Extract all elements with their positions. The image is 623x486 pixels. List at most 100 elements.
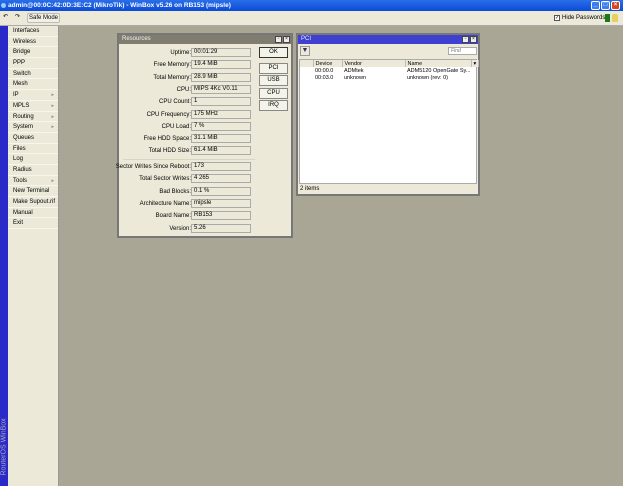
- resource-row: CPU Load: 7 %: [119, 121, 295, 132]
- status-text: 2 items: [300, 186, 320, 192]
- safe-mode-button[interactable]: Safe Mode: [27, 13, 60, 23]
- sidebar-item-mpls[interactable]: MPLS ▸: [8, 101, 58, 112]
- resources-title-bar[interactable]: Resources ▫ ×: [119, 35, 291, 44]
- sidebar-item-log[interactable]: Log: [8, 154, 58, 165]
- column-name[interactable]: Name: [405, 60, 472, 67]
- pci-title: PCI: [301, 36, 312, 42]
- field-label: Board Name:: [155, 213, 191, 220]
- cell-vendor: ADMtek: [344, 67, 364, 74]
- ok-button[interactable]: OK: [259, 47, 288, 58]
- sidebar-item-label: Mesh: [13, 81, 28, 88]
- undo-icon[interactable]: ↶: [1, 13, 10, 23]
- sidebar-item-label: PPP: [13, 60, 26, 67]
- resource-row: Free HDD Space: 31.1 MiB: [119, 134, 295, 144]
- sidebar-item-label: MPLS: [13, 102, 30, 109]
- row-spacer: [471, 74, 478, 81]
- close-window-button[interactable]: ×: [283, 36, 290, 43]
- sidebar-item-ip[interactable]: IP ▸: [8, 90, 58, 101]
- field-value: 19.4 MiB: [191, 60, 251, 70]
- field-value: 31.1 MiB: [191, 134, 251, 144]
- column-device[interactable]: Device: [313, 60, 343, 67]
- sidebar-item-files[interactable]: Files: [8, 144, 58, 155]
- field-label: CPU Frequency:: [146, 111, 191, 118]
- cell-name: ADM5120 OpenGate Sy...: [407, 67, 471, 74]
- field-label: Architecture Name:: [139, 200, 191, 207]
- field-label: Total Sector Writes:: [139, 176, 191, 183]
- sidebar-item-tools[interactable]: Tools ▸: [8, 176, 58, 187]
- field-value: MIPS 4Kc V0.11: [191, 84, 251, 94]
- app-icon: [1, 3, 6, 8]
- restore-button[interactable]: ▫: [275, 36, 282, 43]
- hide-passwords-checkbox[interactable]: ✓: [554, 15, 560, 21]
- field-label: Free Memory:: [153, 62, 191, 69]
- sidebar-item-system[interactable]: System ▸: [8, 122, 58, 133]
- resource-row: CPU Frequency: 175 MHz: [119, 109, 295, 120]
- resource-row: Version: 5.26: [119, 223, 295, 234]
- table-row[interactable]: 00:03.0 unknown unknown (rev: 0): [300, 74, 478, 81]
- field-label: Sector Writes Since Reboot:: [115, 164, 191, 170]
- sidebar-item-label: System: [13, 124, 34, 131]
- brand-label: RouterOS WinBox: [0, 418, 8, 476]
- cell-device: 00:03.0: [315, 74, 334, 81]
- sidebar-item-label: Make Supout.rif: [13, 199, 56, 205]
- toolbar: ↶ ↷ Safe Mode ✓ Hide Passwords: [0, 11, 623, 26]
- row-spacer: [471, 67, 478, 74]
- redo-icon[interactable]: ↷: [13, 13, 22, 23]
- sidebar-item-manual[interactable]: Manual: [8, 208, 58, 219]
- usb-button[interactable]: USB: [259, 75, 288, 86]
- pci-title-bar[interactable]: PCI ▫ ×: [298, 35, 478, 44]
- find-input[interactable]: [448, 47, 477, 55]
- sidebar-item-new-terminal[interactable]: New Terminal: [8, 186, 58, 197]
- sidebar-item-mesh[interactable]: Mesh: [8, 79, 58, 91]
- sidebar-item-interfaces[interactable]: Interfaces: [8, 26, 58, 37]
- minimize-button[interactable]: _: [591, 1, 600, 10]
- sidebar-item-queues[interactable]: Queues: [8, 133, 58, 144]
- close-window-button[interactable]: ×: [470, 36, 477, 43]
- columns-dropdown-icon[interactable]: ▾: [471, 60, 479, 67]
- sidebar-item-label: Log: [13, 156, 24, 163]
- restore-button[interactable]: ▫: [462, 36, 469, 43]
- sidebar-item-ppp[interactable]: PPP: [8, 58, 58, 69]
- field-label: Bad Blocks:: [159, 188, 191, 195]
- field-value: 00:01:29: [191, 48, 251, 57]
- column-vendor[interactable]: Vendor: [342, 60, 406, 67]
- column-blank: [300, 60, 314, 67]
- submenu-arrow-icon: ▸: [51, 124, 54, 131]
- window-title-bar: admin@00:0C:42:0D:3E:C2 (MikroTik) - Win…: [0, 0, 623, 11]
- sidebar-item-routing[interactable]: Routing ▸: [8, 112, 58, 123]
- lock-icon: [612, 14, 618, 22]
- sidebar-menu: Interfaces Wireless Bridge PPP Switch Mesh IP ▸…: [8, 26, 59, 486]
- field-label: Uptime:: [170, 50, 191, 56]
- field-value: 1: [191, 97, 251, 107]
- resource-row: Architecture Name: mipsle: [119, 198, 295, 209]
- row-flag: [300, 74, 313, 81]
- cpu-button[interactable]: CPU: [259, 88, 288, 99]
- sidebar-item-bridge[interactable]: Bridge: [8, 47, 58, 59]
- maximize-button[interactable]: □: [601, 1, 610, 10]
- field-value: 28.9 MiB: [191, 72, 251, 82]
- sidebar-item-label: Switch: [13, 70, 31, 77]
- sidebar-item-label: Exit: [13, 220, 24, 227]
- sidebar-item-exit[interactable]: Exit: [8, 218, 58, 230]
- brand-strip: RouterOS WinBox: [0, 26, 8, 486]
- close-button[interactable]: ×: [611, 1, 620, 10]
- irq-button[interactable]: IRQ: [259, 100, 288, 111]
- resource-row: Bad Blocks: 0.1 %: [119, 186, 295, 197]
- field-label: Free HDD Space:: [143, 136, 191, 143]
- sidebar-item-wireless[interactable]: Wireless: [8, 37, 58, 48]
- field-label: Version:: [169, 225, 191, 232]
- cell-name: unknown (rev: 0): [407, 74, 448, 81]
- sidebar-item-make-supout-rif[interactable]: Make Supout.rif: [8, 197, 58, 208]
- table-row[interactable]: 00:00.0 ADMtek ADM5120 OpenGate Sy...: [300, 67, 478, 74]
- sidebar-item-radius[interactable]: Radius: [8, 165, 58, 176]
- field-value: 4 265: [191, 174, 251, 184]
- filter-icon[interactable]: ▼: [300, 46, 310, 56]
- resource-row: Total HDD Size: 61.4 MiB: [119, 146, 295, 156]
- field-value: RB153: [191, 211, 251, 221]
- submenu-arrow-icon: ▸: [51, 113, 54, 120]
- sidebar-item-label: Interfaces: [13, 28, 40, 34]
- resource-row: Total Sector Writes: 4 265: [119, 174, 295, 184]
- sidebar-item-switch[interactable]: Switch: [8, 69, 58, 80]
- hide-passwords-label: Hide Passwords: [562, 15, 606, 21]
- pci-button[interactable]: PCI: [259, 63, 288, 74]
